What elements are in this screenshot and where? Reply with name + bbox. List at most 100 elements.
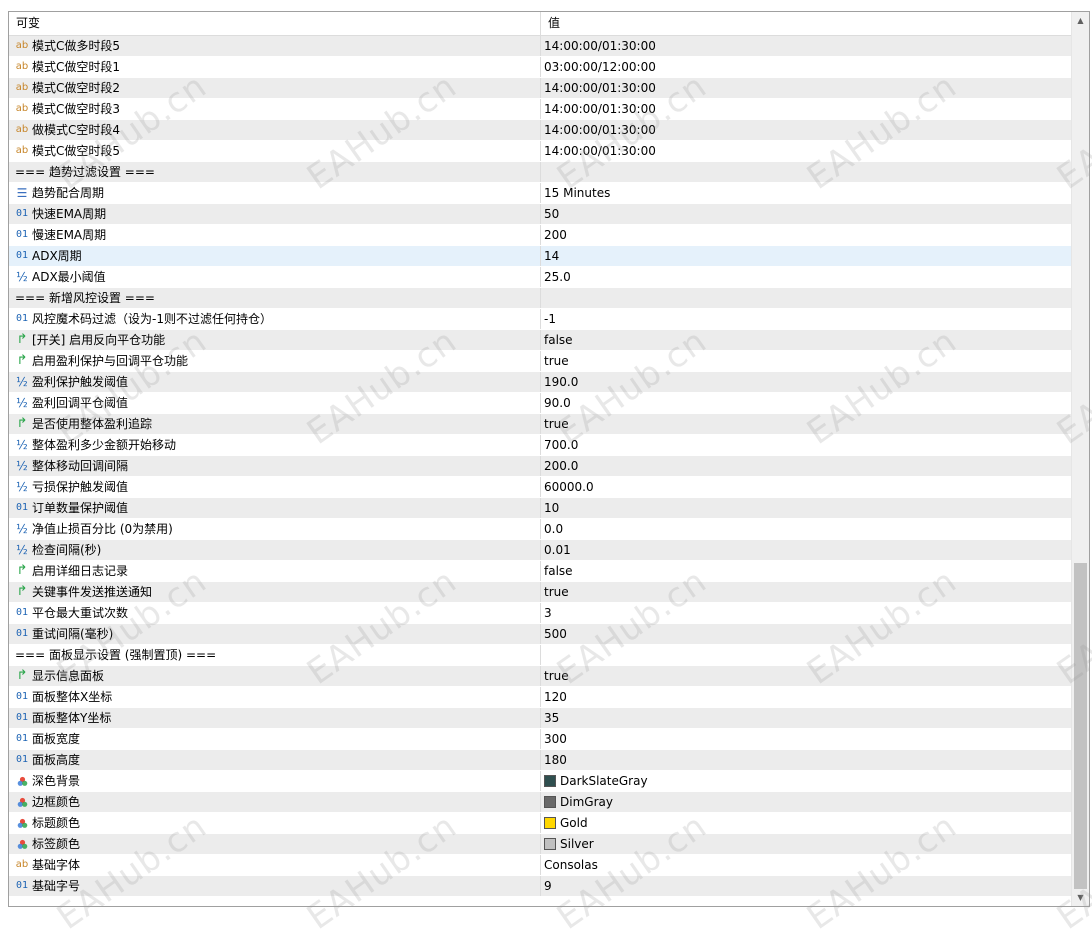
bool-type-icon: ↱ [16, 563, 28, 578]
table-row[interactable]: === 面板显示设置 (强制置顶) === [9, 645, 1071, 666]
column-header-variable[interactable]: 可变 [9, 12, 541, 35]
parameter-value-cell[interactable] [541, 162, 1074, 182]
table-row[interactable]: 01 慢速EMA周期 200 [9, 225, 1071, 246]
table-row[interactable]: 01 订单数量保护阈值 10 [9, 498, 1071, 519]
parameter-value-cell[interactable]: true [541, 351, 1074, 371]
parameter-value-cell[interactable]: 3 [541, 603, 1074, 623]
table-row[interactable]: ½ 亏损保护触发阈值 60000.0 [9, 477, 1071, 498]
parameter-name: 模式C做多时段5 [32, 39, 121, 53]
table-row[interactable]: ½ 盈利回调平仓阈值 90.0 [9, 393, 1071, 414]
parameter-value-cell[interactable]: false [541, 330, 1074, 350]
table-row[interactable]: ↱ 关键事件发送推送通知 true [9, 582, 1071, 603]
table-row[interactable]: ab 模式C做空时段1 03:00:00/12:00:00 [9, 57, 1071, 78]
parameter-value-cell[interactable] [541, 288, 1074, 308]
table-row[interactable]: ab 模式C做空时段5 14:00:00/01:30:00 [9, 141, 1071, 162]
table-row[interactable]: ½ 检查间隔(秒) 0.01 [9, 540, 1071, 561]
parameter-value-cell[interactable]: DarkSlateGray [541, 771, 1074, 791]
table-row[interactable]: 边框颜色 DimGray [9, 792, 1071, 813]
parameter-value-cell[interactable]: 60000.0 [541, 477, 1074, 497]
table-row[interactable]: 标签颜色 Silver [9, 834, 1071, 855]
parameter-value-cell[interactable]: 190.0 [541, 372, 1074, 392]
parameter-value-cell[interactable]: -1 [541, 309, 1074, 329]
table-row[interactable]: ☰ 趋势配合周期 15 Minutes [9, 183, 1071, 204]
table-row[interactable]: === 新增风控设置 === [9, 288, 1071, 309]
scroll-thumb[interactable] [1074, 563, 1087, 889]
table-row[interactable]: 01 面板整体X坐标 120 [9, 687, 1071, 708]
parameter-value-cell[interactable]: 10 [541, 498, 1074, 518]
table-row[interactable]: 01 面板宽度 300 [9, 729, 1071, 750]
table-row[interactable]: ↱ 启用盈利保护与回调平仓功能 true [9, 351, 1071, 372]
parameter-value-cell[interactable]: Gold [541, 813, 1074, 833]
parameter-value-cell[interactable]: true [541, 414, 1074, 434]
parameter-name-cell: 01 面板整体X坐标 [9, 687, 541, 707]
table-row[interactable]: 01 基础字号 9 [9, 876, 1071, 897]
parameter-value-cell[interactable]: 0.0 [541, 519, 1074, 539]
table-row[interactable]: ↱ 显示信息面板 true [9, 666, 1071, 687]
table-row[interactable]: ab 模式C做空时段3 14:00:00/01:30:00 [9, 99, 1071, 120]
scroll-down-arrow-icon[interactable]: ▼ [1072, 889, 1089, 906]
parameter-value-cell[interactable]: 14:00:00/01:30:00 [541, 78, 1074, 98]
parameter-value-cell[interactable]: 14:00:00/01:30:00 [541, 36, 1074, 56]
table-row[interactable]: ↱ [开关] 启用反向平仓功能 false [9, 330, 1071, 351]
parameter-value-cell[interactable]: true [541, 582, 1074, 602]
parameter-value-cell[interactable]: 25.0 [541, 267, 1074, 287]
parameter-value-cell[interactable]: 90.0 [541, 393, 1074, 413]
parameter-value-cell[interactable]: 14 [541, 246, 1074, 266]
scroll-up-arrow-icon[interactable]: ▲ [1072, 12, 1089, 29]
table-row[interactable]: ab 基础字体 Consolas [9, 855, 1071, 876]
parameter-value-cell[interactable]: 9 [541, 876, 1074, 896]
table-row[interactable]: 01 快速EMA周期 50 [9, 204, 1071, 225]
vertical-scrollbar[interactable]: ▲ ▼ [1071, 12, 1089, 906]
parameter-value-cell[interactable]: Silver [541, 834, 1074, 854]
parameter-name-cell: === 趋势过滤设置 === [9, 162, 541, 182]
parameter-value-cell[interactable]: 180 [541, 750, 1074, 770]
parameter-name: 风控魔术码过滤（设为-1则不过滤任何持仓） [32, 312, 272, 326]
parameter-value-cell[interactable]: false [541, 561, 1074, 581]
parameter-value-cell[interactable]: 35 [541, 708, 1074, 728]
parameter-name: 盈利回调平仓阈值 [32, 396, 129, 410]
parameter-name: 盈利保护触发阈值 [32, 375, 129, 389]
table-row[interactable]: ↱ 是否使用整体盈利追踪 true [9, 414, 1071, 435]
parameter-value: 200 [544, 228, 567, 242]
parameter-value: 14 [544, 249, 560, 263]
parameter-value-cell[interactable]: 03:00:00/12:00:00 [541, 57, 1074, 77]
parameter-value-cell[interactable]: Consolas [541, 855, 1074, 875]
table-row[interactable]: ½ 盈利保护触发阈值 190.0 [9, 372, 1071, 393]
table-row[interactable]: 01 面板高度 180 [9, 750, 1071, 771]
parameter-value-cell[interactable]: 14:00:00/01:30:00 [541, 120, 1074, 140]
table-row[interactable]: ½ ADX最小阈值 25.0 [9, 267, 1071, 288]
parameter-value-cell[interactable]: true [541, 666, 1074, 686]
parameter-value-cell[interactable]: 0.01 [541, 540, 1074, 560]
parameter-name: [开关] 启用反向平仓功能 [32, 333, 166, 347]
parameter-value-cell[interactable]: 200 [541, 225, 1074, 245]
table-row[interactable]: ab 做模式C空时段4 14:00:00/01:30:00 [9, 120, 1071, 141]
parameter-value-cell[interactable]: 14:00:00/01:30:00 [541, 99, 1074, 119]
parameter-value-cell[interactable]: 300 [541, 729, 1074, 749]
parameter-value-cell[interactable]: 200.0 [541, 456, 1074, 476]
table-row[interactable]: ab 模式C做空时段2 14:00:00/01:30:00 [9, 78, 1071, 99]
table-row[interactable]: ½ 整体移动回调间隔 200.0 [9, 456, 1071, 477]
table-row[interactable]: 标题颜色 Gold [9, 813, 1071, 834]
table-row[interactable]: ↱ 启用详细日志记录 false [9, 561, 1071, 582]
parameter-value-cell[interactable]: 120 [541, 687, 1074, 707]
table-row[interactable]: === 趋势过滤设置 === [9, 162, 1071, 183]
parameter-value-cell[interactable]: 14:00:00/01:30:00 [541, 141, 1074, 161]
table-row[interactable]: 01 平仓最大重试次数 3 [9, 603, 1071, 624]
table-row[interactable]: 深色背景 DarkSlateGray [9, 771, 1071, 792]
parameter-value-cell[interactable]: 15 Minutes [541, 183, 1074, 203]
table-row[interactable]: 01 ADX周期 14 [9, 246, 1071, 267]
parameter-value-cell[interactable]: 50 [541, 204, 1074, 224]
table-row[interactable]: 01 重试间隔(毫秒) 500 [9, 624, 1071, 645]
parameter-value-cell[interactable]: 700.0 [541, 435, 1074, 455]
parameter-value-cell[interactable]: DimGray [541, 792, 1074, 812]
column-header-value[interactable]: 值 [541, 12, 1071, 35]
parameter-name-cell: 标签颜色 [9, 834, 541, 854]
parameter-value-cell[interactable] [541, 645, 1074, 665]
parameter-value: 14:00:00/01:30:00 [544, 123, 656, 137]
table-row[interactable]: ab 模式C做多时段5 14:00:00/01:30:00 [9, 36, 1071, 57]
parameter-value-cell[interactable]: 500 [541, 624, 1074, 644]
table-row[interactable]: 01 面板整体Y坐标 35 [9, 708, 1071, 729]
table-row[interactable]: ½ 整体盈利多少金额开始移动 700.0 [9, 435, 1071, 456]
table-row[interactable]: 01 风控魔术码过滤（设为-1则不过滤任何持仓） -1 [9, 309, 1071, 330]
table-row[interactable]: ½ 净值止损百分比 (0为禁用) 0.0 [9, 519, 1071, 540]
